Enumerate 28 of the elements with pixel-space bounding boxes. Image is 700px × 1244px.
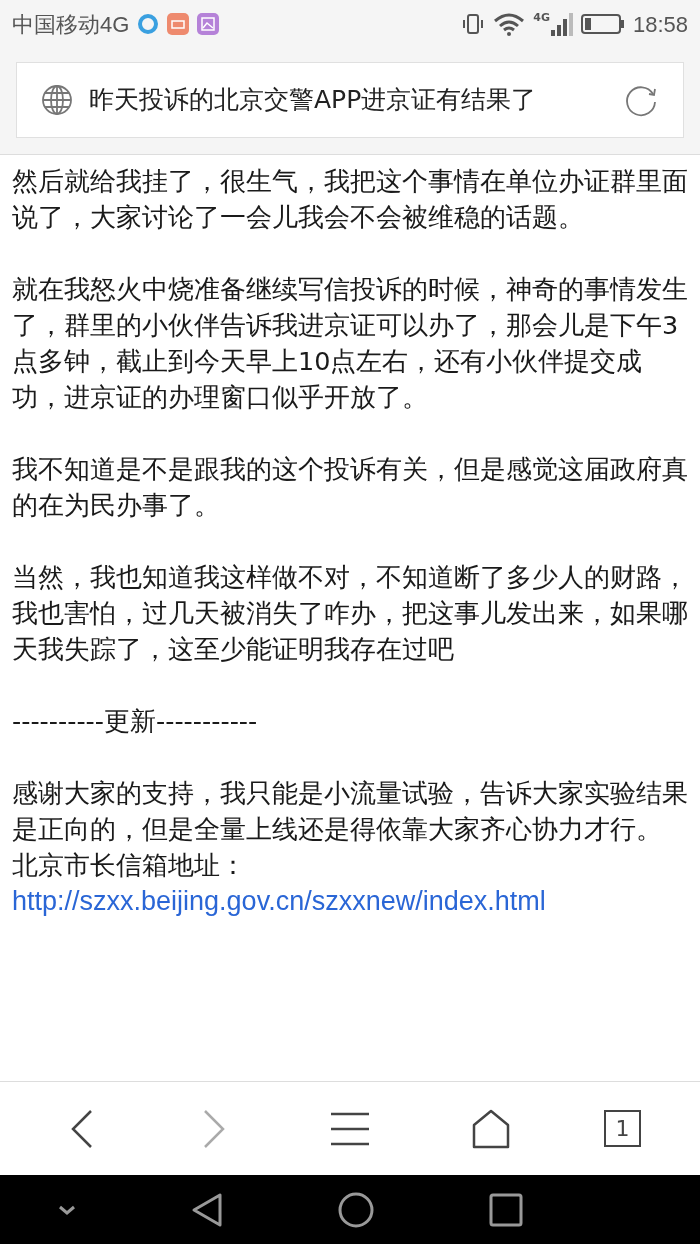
page-title: 昨天投诉的北京交警APP进京证有结果了 (89, 84, 538, 117)
image-icon (197, 13, 220, 35)
tabs-button[interactable]: 1 (604, 1110, 642, 1147)
wifi-icon (493, 12, 526, 36)
collapse-icon[interactable] (57, 1203, 77, 1216)
app-icon (137, 13, 160, 35)
signal-icon (550, 12, 573, 36)
article-paragraph: 然后就给我挂了，很生气，我把这个事情在单位办证群里面说了，大家讨论了一会儿我会不会被维稳的话题。 (12, 165, 688, 234)
article-paragraph: 当然，我也知道我这样做不对，不知道断了多少人的财路，我也害怕，过几天被消失了咋办，把这事儿发出来，如果哪天我失踪了，这至少能证明我存在过吧 (12, 561, 688, 666)
clock: 18:58 (632, 10, 688, 39)
carrier-name: 中国移动4G (12, 10, 130, 39)
link-label: 北京市长信箱地址： (12, 849, 246, 882)
network-type: 4G (533, 12, 550, 23)
globe-icon (41, 84, 73, 116)
vibrate-icon (461, 12, 486, 36)
menu-icon (330, 1111, 371, 1146)
mailbox-link[interactable]: http://szxx.beijing.gov.cn/szxxnew/index.html (12, 883, 546, 919)
back-icon[interactable] (191, 1191, 223, 1228)
article-paragraph: ----------更新----------- (12, 705, 259, 738)
article-paragraph: 就在我怒火中烧准备继续写信投诉的时候，神奇的事情发生了，群里的小伙伴告诉我进京证可以办了，那会儿是下午3点多钟，截止到今天早上10点左右，还有小伙伴提交成功，进京证的办理窗口似乎开放了。 (12, 273, 688, 414)
address-bar[interactable]: 昨天投诉的北京交警APP进京证有结果了 (16, 62, 684, 138)
home-icon (472, 1108, 511, 1149)
home-icon[interactable] (337, 1190, 375, 1229)
battery-icon (580, 13, 625, 35)
recents-icon[interactable] (489, 1192, 523, 1227)
article-paragraph: 我不知道是不是跟我的这个投诉有关，但是感觉这届政府真的在为民办事了。 (12, 453, 688, 522)
mail-icon (167, 13, 190, 35)
article-paragraph: 感谢大家的支持，我只能是小流量试验，告诉大家实验结果是正向的，但是全量上线还是得依靠大家齐心协力才行。 (12, 777, 688, 846)
